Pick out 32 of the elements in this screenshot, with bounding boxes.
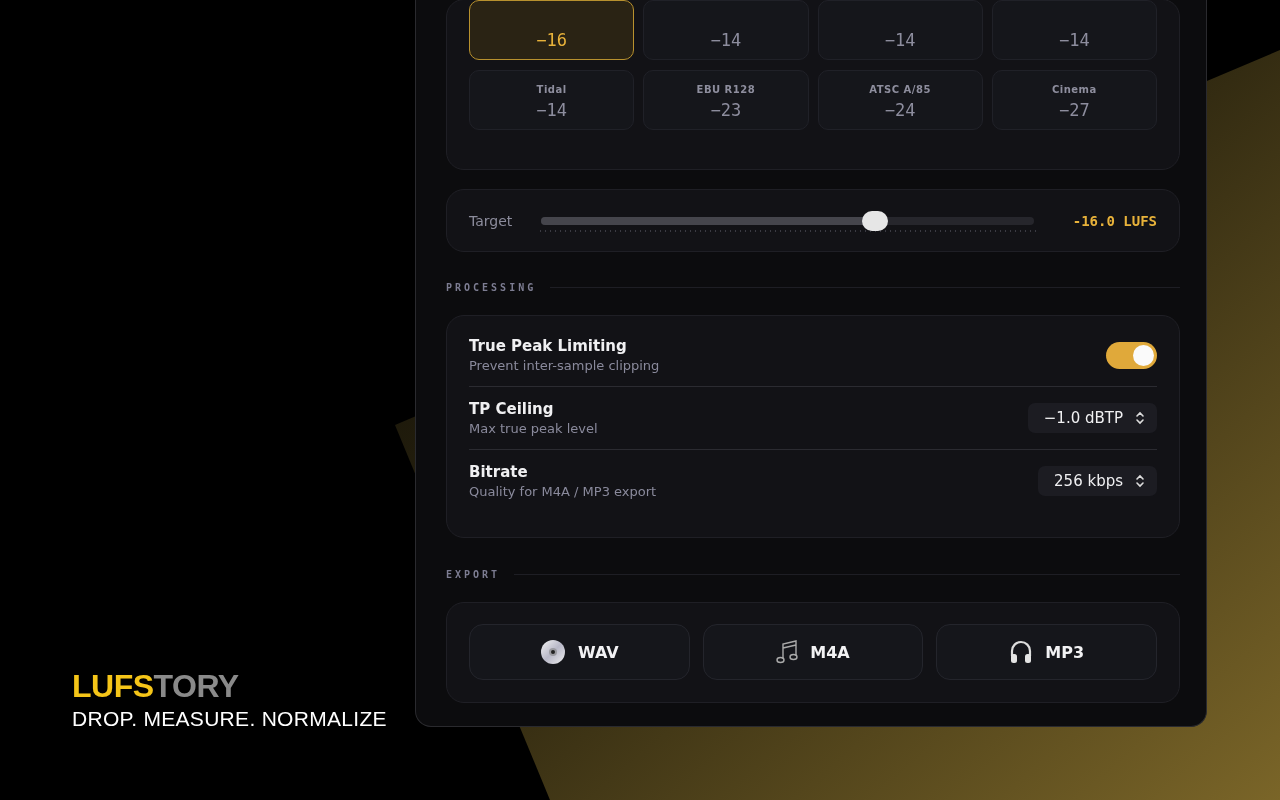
target-label: Target bbox=[469, 212, 513, 229]
export-button[interactable]: WAV bbox=[469, 624, 690, 680]
chevron-updown-icon bbox=[1135, 474, 1145, 488]
setting-title: Bitrate bbox=[469, 463, 529, 481]
preset-tile[interactable]: EBU R128 −23 bbox=[643, 70, 809, 130]
brand-tagline: DROP. MEASURE. NORMALIZE bbox=[72, 707, 387, 731]
target-reading: -16.0 LUFS bbox=[1072, 212, 1157, 229]
select-dropdown[interactable]: −1.0 dBTP bbox=[1027, 403, 1157, 433]
toggle-switch[interactable] bbox=[1106, 341, 1157, 369]
chevron-updown-icon bbox=[1135, 411, 1145, 425]
section-heading: PROCESSING bbox=[446, 282, 537, 293]
setting-title: True Peak Limiting bbox=[469, 337, 628, 355]
setting-title: TP Ceiling bbox=[469, 400, 555, 418]
preset-tile[interactable]: −14 bbox=[991, 0, 1157, 60]
disc-icon bbox=[540, 639, 566, 665]
preset-tile[interactable]: −16 bbox=[469, 0, 635, 60]
preset-tile[interactable]: −14 bbox=[643, 0, 809, 60]
music-notes-icon bbox=[776, 639, 799, 665]
select-dropdown[interactable]: 256 kbps bbox=[1038, 466, 1157, 496]
export-button[interactable]: M4A bbox=[702, 624, 924, 680]
preset-tile[interactable]: Cinema −27 bbox=[991, 70, 1157, 130]
brand-logo: LUFSTORY bbox=[72, 668, 240, 705]
slider-thumb[interactable] bbox=[861, 210, 888, 231]
setting-description: Prevent inter-sample clipping bbox=[469, 358, 660, 373]
preset-tile[interactable]: −14 bbox=[817, 0, 983, 60]
preset-tile[interactable]: ATSC A/85 −24 bbox=[817, 70, 983, 130]
setting-description: Quality for M4A / MP3 export bbox=[469, 484, 657, 499]
setting-description: Max true peak level bbox=[469, 421, 598, 436]
export-button[interactable]: MP3 bbox=[936, 624, 1157, 680]
headphones-icon bbox=[1009, 639, 1034, 665]
preset-tile[interactable]: Tidal −14 bbox=[469, 70, 635, 130]
section-heading: EXPORT bbox=[446, 569, 501, 580]
